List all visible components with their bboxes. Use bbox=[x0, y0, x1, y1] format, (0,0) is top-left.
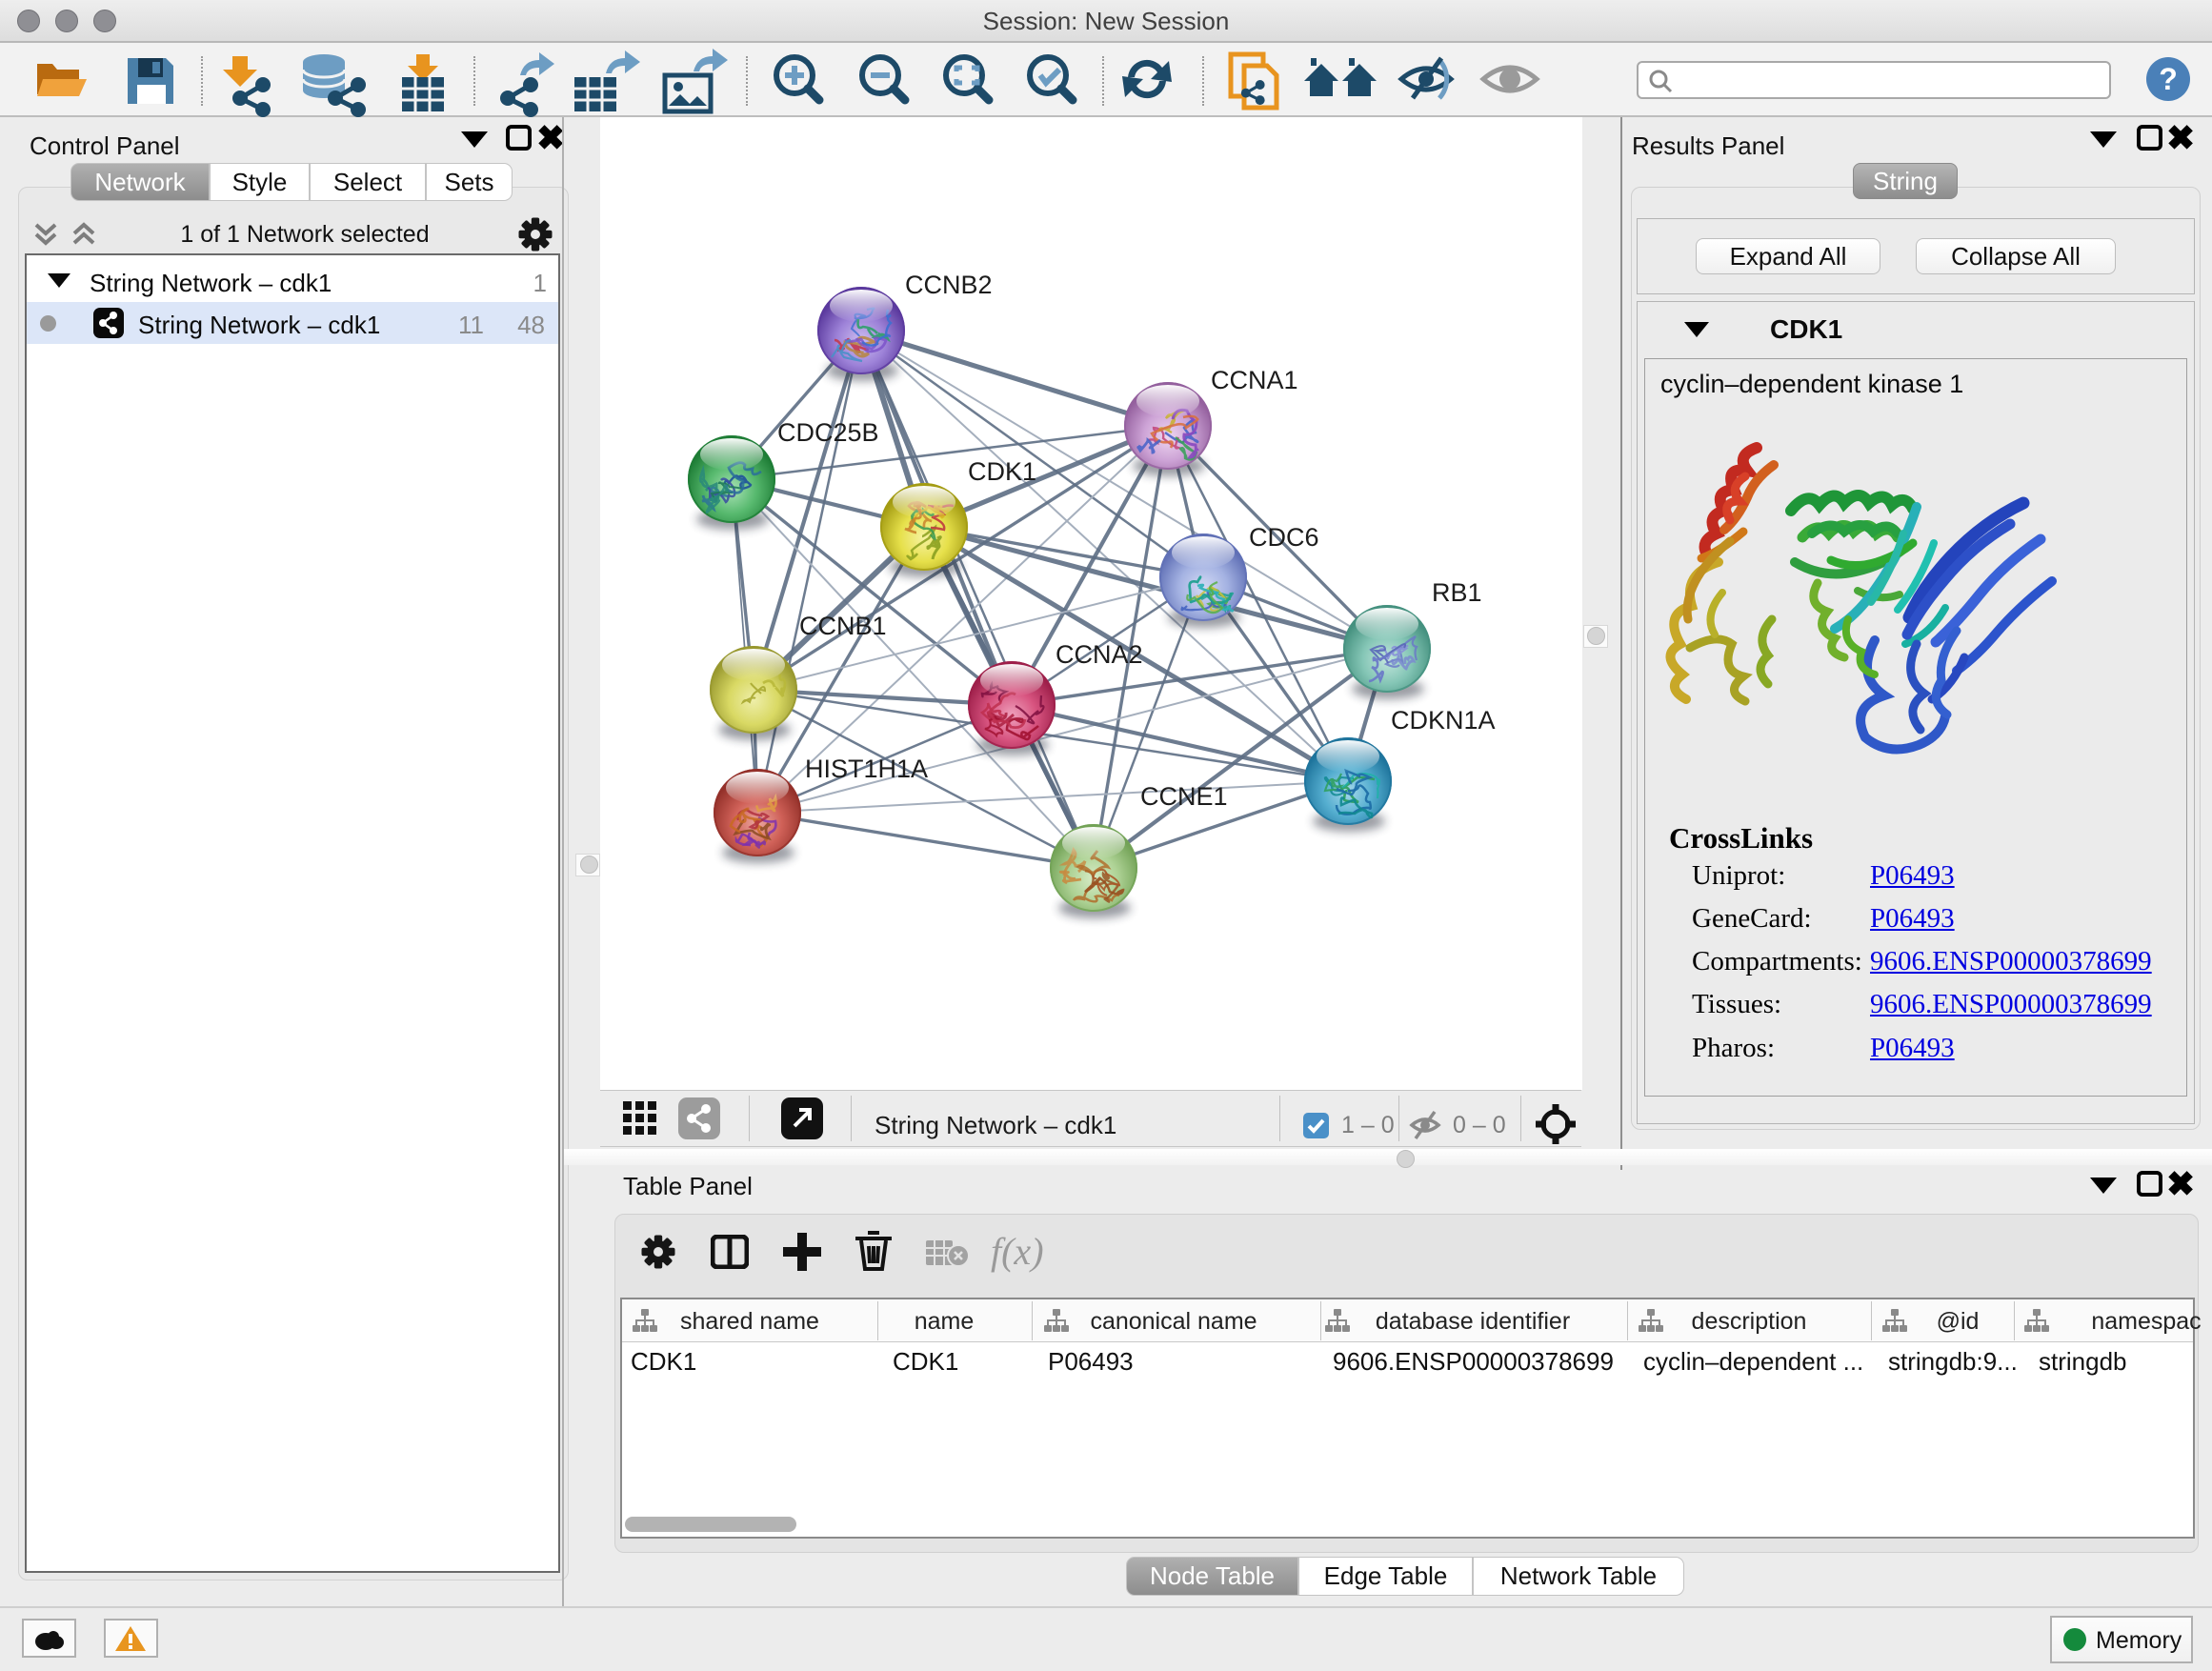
svg-text:CCNB2: CCNB2 bbox=[905, 271, 993, 299]
svg-text:CDC6: CDC6 bbox=[1249, 523, 1319, 552]
svg-text:?: ? bbox=[2159, 62, 2178, 96]
svg-text:CCNA1: CCNA1 bbox=[1211, 366, 1298, 394]
svg-text:CCNE1: CCNE1 bbox=[1140, 782, 1228, 811]
svg-text:CDKN1A: CDKN1A bbox=[1391, 706, 1496, 735]
svg-text:CDK1: CDK1 bbox=[968, 457, 1036, 486]
svg-text:CDC25B: CDC25B bbox=[777, 418, 879, 447]
svg-text:RB1: RB1 bbox=[1432, 578, 1482, 607]
svg-text:HIST1H1A: HIST1H1A bbox=[805, 755, 928, 783]
svg-text:CCNA2: CCNA2 bbox=[1056, 640, 1143, 669]
svg-text:CCNB1: CCNB1 bbox=[799, 612, 887, 640]
